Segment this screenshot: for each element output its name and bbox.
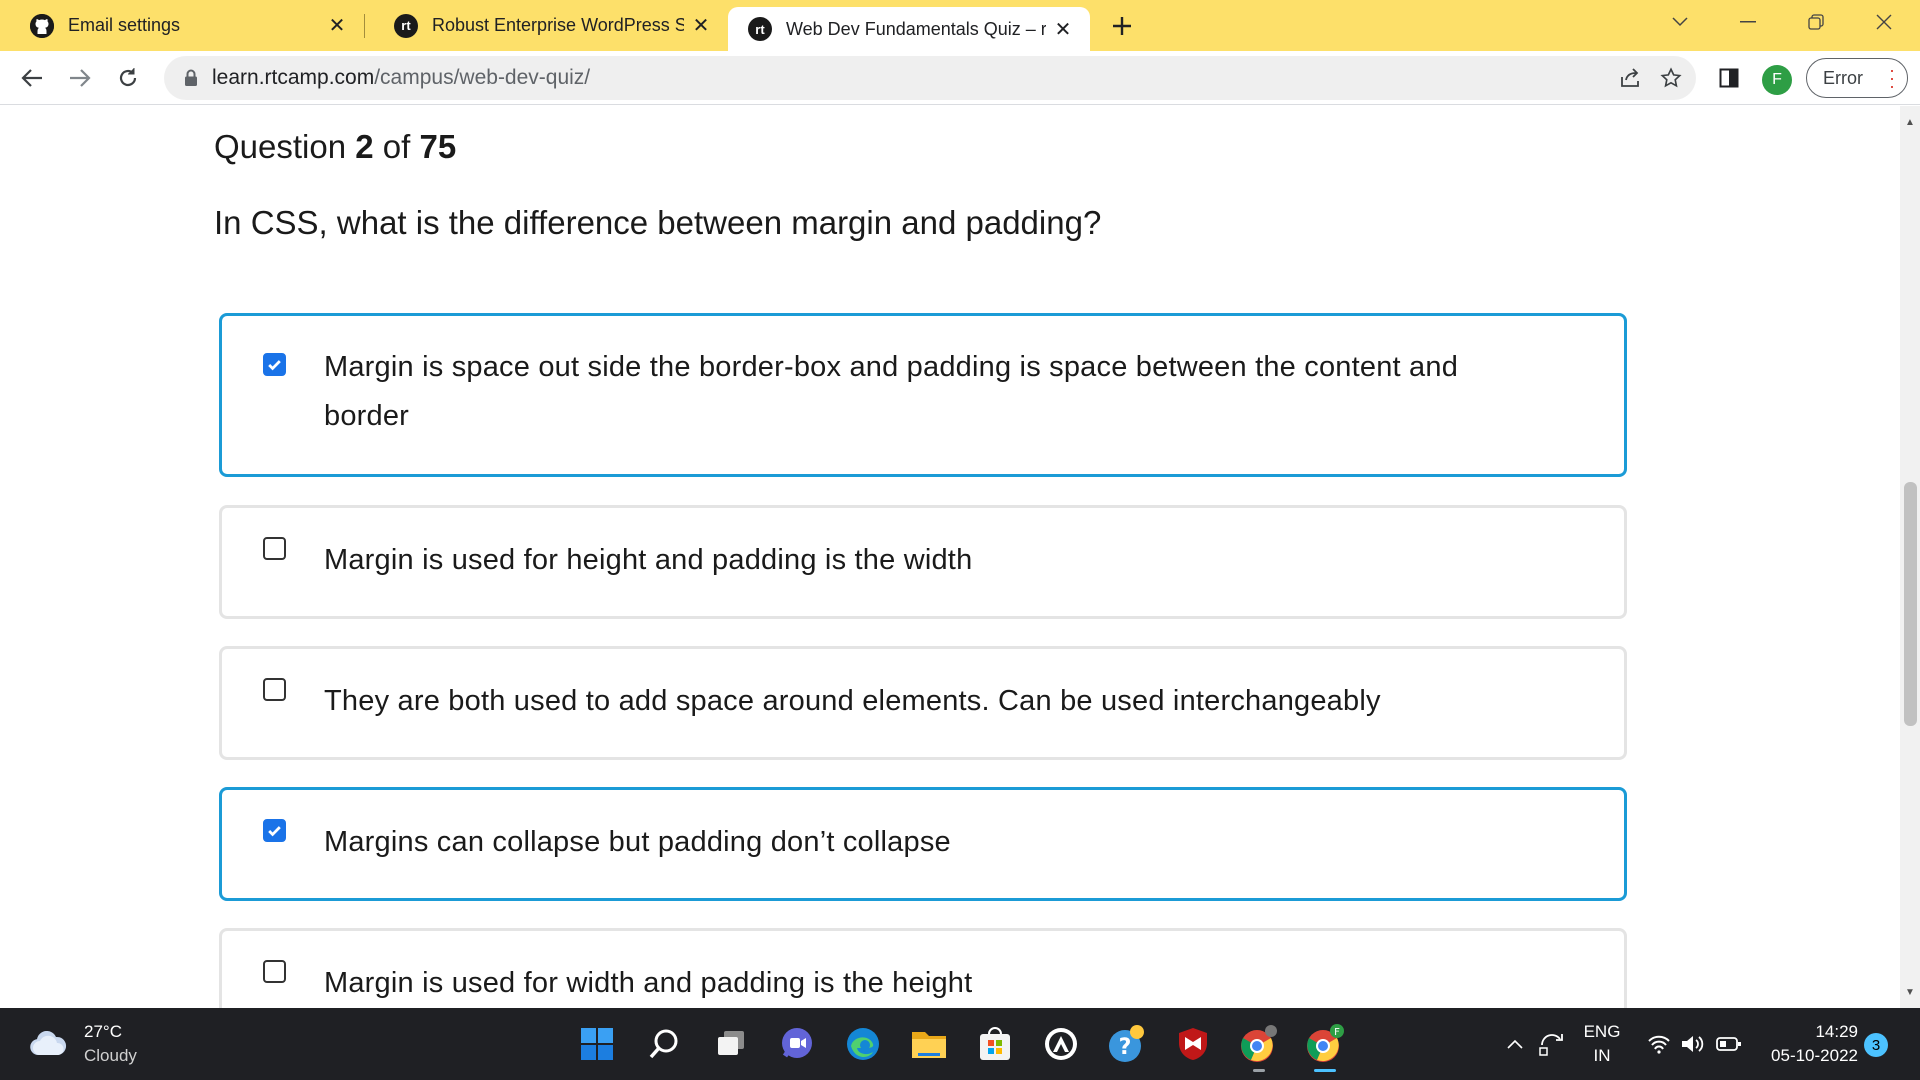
microsoft-store-icon[interactable] <box>973 1022 1017 1066</box>
answer-option[interactable]: They are both used to add space around e… <box>219 646 1627 760</box>
battery-icon[interactable] <box>1712 1008 1746 1080</box>
tab-title: Email settings <box>68 15 181 35</box>
rtcamp-icon: rt <box>748 17 772 41</box>
clock-time: 14:29 <box>1815 1022 1858 1041</box>
question-counter-prefix: Question <box>214 128 347 165</box>
search-icon[interactable] <box>642 1022 686 1066</box>
tab-robust-enterprise[interactable]: rt Robust Enterprise WordPress Sol ✕ <box>364 0 728 51</box>
teams-chat-icon[interactable] <box>775 1022 819 1066</box>
svg-text:F: F <box>1334 1027 1340 1038</box>
chevron-up-icon[interactable] <box>1500 1008 1530 1080</box>
forward-button[interactable] <box>62 60 98 96</box>
checkbox-unchecked[interactable] <box>263 537 286 560</box>
tab-strip: Email settings ✕ rt Robust Enterprise Wo… <box>0 0 1920 51</box>
question-counter: Question 2 of 75 <box>214 128 456 166</box>
clock-date: 05-10-2022 <box>1771 1046 1858 1065</box>
answer-option[interactable]: Margins can collapse but padding don’t c… <box>219 787 1627 901</box>
volume-icon[interactable] <box>1676 1008 1710 1080</box>
chrome-icon[interactable] <box>1237 1022 1281 1072</box>
checkbox-unchecked[interactable] <box>263 678 286 701</box>
browser-toolbar: learn.rtcamp.com/campus/web-dev-quiz/ F … <box>0 51 1920 105</box>
answer-option[interactable]: Margin is used for width and padding is … <box>219 928 1627 1008</box>
side-panel-icon[interactable] <box>1714 63 1744 93</box>
checkbox-checked[interactable] <box>263 819 286 842</box>
quiz-page: Question 2 of 75 In CSS, what is the dif… <box>0 106 1900 1008</box>
chrome-profile-icon[interactable]: F <box>1303 1022 1347 1072</box>
mcafee-icon[interactable] <box>1171 1022 1215 1066</box>
error-button[interactable]: Error · · · <box>1806 58 1908 98</box>
checkmark-icon <box>268 360 281 371</box>
more-menu-icon[interactable]: · · · <box>1889 61 1895 95</box>
answer-option-text: Margin is used for width and padding is … <box>324 967 973 999</box>
app-circle-icon[interactable] <box>1039 1022 1083 1066</box>
url-path: /campus/web-dev-quiz/ <box>374 66 591 89</box>
share-icon[interactable] <box>1616 63 1646 93</box>
minimize-button[interactable] <box>1714 0 1782 44</box>
reload-button[interactable] <box>110 60 146 96</box>
language-indicator[interactable]: ENG IN <box>1576 1008 1628 1080</box>
github-icon <box>30 13 54 38</box>
lock-icon[interactable] <box>182 68 200 88</box>
tab-title: Robust Enterprise WordPress Sol <box>432 15 684 35</box>
close-icon[interactable]: ✕ <box>326 15 348 37</box>
address-bar[interactable]: learn.rtcamp.com/campus/web-dev-quiz/ <box>164 56 1696 100</box>
edge-icon[interactable] <box>841 1022 885 1066</box>
answer-option-text: They are both used to add space around e… <box>324 685 1381 717</box>
scrollbar-thumb[interactable] <box>1904 482 1917 726</box>
url-host: learn.rtcamp.com <box>212 66 375 89</box>
windows-start-icon[interactable] <box>575 1022 619 1066</box>
new-tab-button[interactable] <box>1104 8 1140 44</box>
wifi-icon[interactable] <box>1644 1008 1674 1080</box>
scroll-down-arrow-icon[interactable]: ▼ <box>1900 982 1920 1002</box>
url-text: learn.rtcamp.com/campus/web-dev-quiz/ <box>212 66 590 90</box>
language-code: ENG <box>1583 1022 1621 1041</box>
answer-option[interactable]: Margin is space out side the border-box … <box>219 313 1627 477</box>
tab-email-settings[interactable]: Email settings ✕ <box>0 0 364 51</box>
answer-option-text: Margin is used for height and padding is… <box>324 544 973 576</box>
close-window-button[interactable] <box>1850 0 1918 44</box>
question-current: 2 <box>355 128 374 165</box>
cloud-icon <box>30 1031 66 1055</box>
question-total: 75 <box>419 128 457 165</box>
active-indicator <box>1314 1069 1336 1072</box>
checkmark-icon <box>268 826 281 837</box>
close-icon[interactable]: ✕ <box>690 15 712 37</box>
checkbox-checked[interactable] <box>263 353 286 376</box>
task-view-icon[interactable] <box>709 1022 753 1066</box>
close-icon[interactable]: ✕ <box>1052 18 1074 41</box>
tab-search-icon[interactable] <box>1646 0 1714 44</box>
answer-option[interactable]: Margin is used for height and padding is… <box>219 505 1627 619</box>
weather-desc: Cloudy <box>84 1046 137 1065</box>
weather-temp: 27°C <box>84 1022 122 1041</box>
notification-badge[interactable]: 3 <box>1864 1033 1888 1057</box>
question-text: In CSS, what is the difference between m… <box>214 204 1102 241</box>
bookmark-star-icon[interactable] <box>1656 63 1686 93</box>
tab-web-dev-quiz[interactable]: rt Web Dev Fundamentals Quiz – rt ✕ <box>728 7 1090 51</box>
tab-title: Web Dev Fundamentals Quiz – rt <box>786 18 1046 39</box>
question-counter-of: of <box>382 128 411 165</box>
page-scrollbar[interactable]: ▲ ▼ <box>1900 106 1920 1008</box>
restore-button[interactable] <box>1782 0 1850 44</box>
help-icon[interactable]: ? <box>1105 1022 1149 1066</box>
answer-option-text: Margins can collapse but padding don’t c… <box>324 826 951 858</box>
answer-option-text: Margin is space out side the border-box … <box>324 351 1459 432</box>
rtcamp-icon: rt <box>394 13 418 38</box>
profile-avatar[interactable]: F <box>1762 65 1792 95</box>
back-button[interactable] <box>14 60 50 96</box>
checkbox-unchecked[interactable] <box>263 960 286 983</box>
weather-widget[interactable]: 27°C Cloudy <box>28 1020 137 1068</box>
svg-text:?: ? <box>1119 1035 1132 1060</box>
clock[interactable]: 14:29 05-10-2022 <box>1752 1008 1858 1080</box>
error-label: Error <box>1823 67 1863 88</box>
sync-icon[interactable] <box>1535 1008 1569 1080</box>
region-code: IN <box>1593 1046 1611 1065</box>
file-explorer-icon[interactable] <box>907 1022 951 1066</box>
windows-taskbar: 27°C Cloudy ? F ENG IN 14:29 05-10-2022 … <box>0 1008 1920 1080</box>
running-indicator <box>1253 1069 1265 1072</box>
scroll-up-arrow-icon[interactable]: ▲ <box>1900 112 1920 132</box>
